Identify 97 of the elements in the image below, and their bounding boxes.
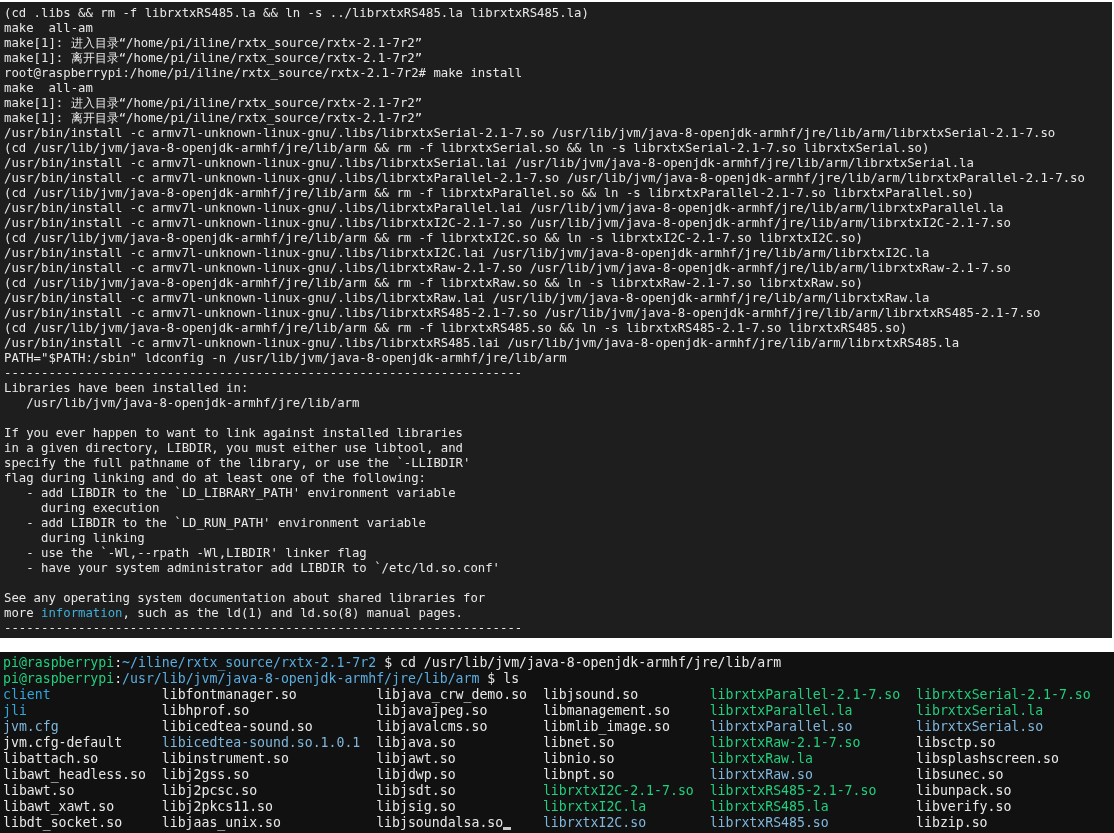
file-name: librxtxRS485-2.1-7.so — [709, 783, 877, 799]
terminal-line: /usr/bin/install -c armv7l-unknown-linux-gnu/.libs/librxtxSerial-2.1-7.so /usr/lib/jvm/java-8-openjdk-armhf/jre/lib/arm/librxtxSerial-2.1-7.so — [4, 126, 1056, 141]
terminal-line: make[1]: 离开目录“/home/pi/iline/rxtx_source/rxtx-2.1-7r2” — [4, 111, 423, 126]
file-name: jvm.cfg — [3, 719, 59, 735]
terminal-line: root@raspberrypi:/home/pi/iline/rxtx_source/rxtx-2.1-7r2# make install — [4, 66, 523, 81]
terminal-line: (cd /usr/lib/jvm/java-8-openjdk-armhf/jre/lib/arm && rm -f librxtxRS485.so && ln -s librxtxRS485-2.1-7.so librxtxRS485.so) — [4, 321, 908, 336]
terminal-line: specify the full pathname of the library, or use the `-LLIBDIR' — [4, 456, 471, 471]
file-name: libnpt.so — [542, 767, 615, 783]
file-name: jvm.cfg-default — [3, 735, 123, 751]
file-name: libzip.so — [916, 815, 988, 831]
file-name: libjdwp.so — [376, 767, 456, 783]
terminal-line: (cd /usr/lib/jvm/java-8-openjdk-armhf/jre/lib/arm && rm -f librxtxParallel.so && ln -s librxtxParallel-2.1-7.so librxtxParallel.so) — [4, 186, 974, 201]
prompt-line: pi@raspberrypi:~/iline/rxtx_source/rxtx-2.1-7r2 $ cd /usr/lib/jvm/java-8-openjdk-armhf/jre/lib/arm — [3, 655, 782, 671]
terminal-line: /usr/bin/install -c armv7l-unknown-linux-gnu/.libs/librxtxI2C-2.1-7.so /usr/lib/jvm/java-8-openjdk-armhf/jre/lib/arm/librxtxI2C-2.1-7.so — [4, 216, 1011, 231]
terminal-line: /usr/bin/install -c armv7l-unknown-linux-gnu/.libs/librxtxSerial.lai /usr/lib/jvm/java-8-openjdk-armhf/jre/lib/arm/librxtxSerial.la — [4, 156, 974, 171]
terminal-line: See any operating system documentation about shared libraries for — [4, 591, 486, 606]
file-name: librxtxParallel-2.1-7.so — [709, 687, 901, 703]
file-name: libattach.so — [3, 751, 99, 767]
file-name: libawt.so — [3, 783, 75, 799]
file-name: librxtxRaw.la — [709, 751, 813, 767]
terminal-line: flag during linking and do at least one of the following: — [4, 471, 426, 486]
text-cursor — [503, 827, 512, 830]
terminal-line: PATH="$PATH:/sbin" ldconfig -n /usr/lib/jvm/java-8-openjdk-armhf/jre/lib/arm — [4, 351, 567, 366]
file-name: libj2gss.so — [161, 767, 250, 783]
file-name: libjava.so — [376, 735, 456, 751]
file-name: libsplashscreen.so — [916, 751, 1059, 767]
file-name: jli — [3, 703, 27, 719]
file-name: libicedtea-sound.so — [161, 719, 313, 735]
terminal-line: during execution — [40, 501, 160, 516]
terminal-line: ---------------------------------------------------------------------- — [4, 621, 523, 636]
file-name: librxtxParallel.la — [709, 703, 853, 719]
file-name: libunpack.so — [916, 783, 1012, 799]
file-name: libfontmanager.so — [161, 687, 297, 703]
terminal-line: /usr/bin/install -c armv7l-unknown-linux-gnu/.libs/librxtxI2C.lai /usr/lib/jvm/java-8-openjdk-armhf/jre/lib/arm/librxtxI2C.la — [4, 246, 930, 261]
terminal-line: - add LIBDIR to the `LD_RUN_PATH' environment variable — [25, 516, 426, 531]
file-name: librxtxI2C-2.1-7.so — [542, 783, 694, 799]
file-name: libhprof.so — [161, 703, 250, 719]
file-name: libnio.so — [542, 751, 615, 767]
terminal-line: /usr/lib/jvm/java-8-openjdk-armhf/jre/lib/arm — [25, 396, 360, 411]
file-name: libjavalcms.so — [376, 719, 488, 735]
terminal-line: make all-am — [4, 81, 93, 96]
terminal-line: - use the `-Wl,--rpath -Wl,LIBDIR' linker flag — [25, 546, 367, 561]
file-name: librxtxRS485.so — [709, 815, 829, 831]
file-name: client — [3, 687, 51, 703]
file-name: libjsig.so — [376, 799, 456, 815]
file-name: libjsdt.so — [376, 783, 456, 799]
file-name: libsctp.so — [916, 735, 996, 751]
terminal-line: - have your system administrator add LIBDIR to `/etc/ld.so.conf' — [25, 561, 501, 576]
file-name: librxtxRS485.la — [709, 799, 829, 815]
file-name: libdt_socket.so — [3, 815, 123, 831]
terminal-line: make[1]: 离开目录“/home/pi/iline/rxtx_source/rxtx-2.1-7r2” — [4, 51, 423, 66]
file-name: libjava_crw_demo.so — [376, 687, 528, 703]
terminal-line: make[1]: 进入目录“/home/pi/iline/rxtx_source/rxtx-2.1-7r2” — [4, 96, 423, 111]
terminal-line: Libraries have been installed in: — [4, 381, 249, 396]
file-name: libnet.so — [542, 735, 615, 751]
terminal-line: /usr/bin/install -c armv7l-unknown-linux-gnu/.libs/librxtxParallel-2.1-7.so /usr/lib/jvm/java-8-openjdk-armhf/jre/lib/arm/librxtxParallel-2.1-7.so — [4, 171, 1085, 186]
terminal-line: /usr/bin/install -c armv7l-unknown-linux-gnu/.libs/librxtxRaw-2.1-7.so /usr/lib/jvm/java-8-openjdk-armhf/jre/lib/arm/librxtxRaw-2.1-7.so — [4, 261, 1011, 276]
terminal-line: (cd /usr/lib/jvm/java-8-openjdk-armhf/jre/lib/arm && rm -f librxtxRaw.so && ln -s librxtxRaw-2.1-7.so librxtxRaw.so) — [4, 276, 863, 291]
terminal-line: /usr/bin/install -c armv7l-unknown-linux-gnu/.libs/librxtxParallel.lai /usr/lib/jvm/java-8-openjdk-armhf/jre/lib/arm/librxtxParallel.la — [4, 201, 1004, 216]
terminal-line: make all-am — [4, 21, 93, 36]
file-name: libjavajpeg.so — [376, 703, 488, 719]
terminal-line: make[1]: 进入目录“/home/pi/iline/rxtx_source/rxtx-2.1-7r2” — [4, 36, 423, 51]
terminal-line: /usr/bin/install -c armv7l-unknown-linux-gnu/.libs/librxtxRaw.lai /usr/lib/jvm/java-8-openjdk-armhf/jre/lib/arm/librxtxRaw.la — [4, 291, 930, 306]
prompt-line: pi@raspberrypi:/usr/lib/jvm/java-8-openjdk-armhf/jre/lib/arm $ ls — [3, 671, 520, 687]
file-name: librxtxSerial.so — [916, 719, 1044, 735]
terminal-line: - add LIBDIR to the `LD_LIBRARY_PATH' environment variable — [25, 486, 456, 501]
file-name: libjaas_unix.so — [161, 815, 281, 831]
file-name: libj2pkcs11.so — [161, 799, 273, 815]
file-name: libmlib_image.so — [542, 719, 670, 735]
terminal-line: If you ever happen to want to link against installed libraries — [4, 426, 463, 441]
file-name: librxtxSerial-2.1-7.so — [916, 687, 1091, 703]
file-name: libmanagement.so — [542, 703, 670, 719]
file-name: librxtxRaw.so — [709, 767, 813, 783]
terminal-line: ---------------------------------------------------------------------- — [4, 366, 523, 381]
terminal-line: more information, such as the ld(1) and ld.so(8) manual pages. — [4, 606, 464, 621]
file-name: libsunec.so — [916, 767, 1004, 783]
file-name: libawt_xawt.so — [3, 799, 115, 815]
file-name: libverify.so — [916, 799, 1012, 815]
terminal-line: in a given directory, LIBDIR, you must either use libtool, and — [4, 441, 463, 456]
terminal-line: (cd .libs && rm -f librxtxRS485.la && ln -s ../librxtxRS485.la librxtxRS485.la) — [4, 6, 589, 21]
file-name: libawt_headless.so — [3, 767, 146, 783]
terminal-line: /usr/bin/install -c armv7l-unknown-linux-gnu/.libs/librxtxRS485.lai /usr/lib/jvm/java-8-openjdk-armhf/jre/lib/arm/librxtxRS485.la — [4, 336, 960, 351]
terminal-line: /usr/bin/install -c armv7l-unknown-linux-gnu/.libs/librxtxRS485-2.1-7.so /usr/lib/jvm/java-8-openjdk-armhf/jre/lib/arm/librxtxRS485-2.1-7.so — [4, 306, 1041, 321]
terminal-line: (cd /usr/lib/jvm/java-8-openjdk-armhf/jre/lib/arm && rm -f librxtxI2C.so && ln -s librxtxI2C-2.1-7.so librxtxI2C.so) — [4, 231, 863, 246]
file-name: librxtxRaw-2.1-7.so — [709, 735, 861, 751]
file-name: librxtxSerial.la — [916, 703, 1044, 719]
terminal-line: (cd /usr/lib/jvm/java-8-openjdk-armhf/jre/lib/arm && rm -f librxtxSerial.so && ln -s librxtxSerial-2.1-7.so librxtxSerial.so) — [4, 141, 930, 156]
file-name: libinstrument.so — [161, 751, 289, 767]
terminal-line: during linking — [40, 531, 145, 546]
file-name: libicedtea-sound.so.1.0.1 — [161, 735, 361, 751]
file-name: libj2pcsc.so — [161, 783, 258, 799]
file-name: librxtxI2C.la — [542, 799, 647, 815]
file-name: libjawt.so — [376, 751, 456, 767]
file-name: libjsound.so — [542, 687, 639, 703]
file-name: libjsoundalsa.so — [376, 815, 504, 831]
file-name: librxtxParallel.so — [709, 719, 853, 735]
file-name: librxtxI2C.so — [542, 815, 647, 831]
